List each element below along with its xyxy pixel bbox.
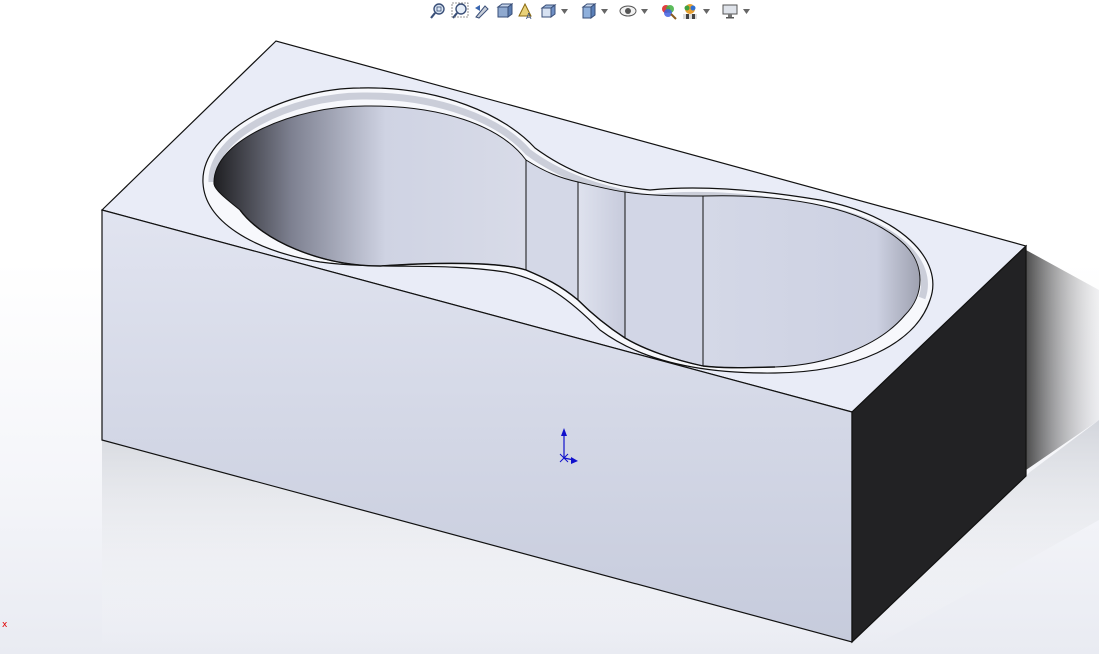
hide-show-items-dropdown[interactable] <box>640 1 648 21</box>
view-settings-dropdown[interactable] <box>742 1 750 21</box>
origin-axis-marker: x <box>2 620 8 630</box>
view-settings-icon[interactable] <box>720 1 740 21</box>
part-model[interactable] <box>0 0 1099 654</box>
dynamic-annotation-views-icon[interactable]: A <box>516 1 536 21</box>
previous-view-icon[interactable] <box>472 1 492 21</box>
display-style-icon[interactable] <box>578 1 598 21</box>
section-view-icon[interactable] <box>494 1 514 21</box>
view-orientation-icon[interactable] <box>538 1 558 21</box>
zoom-to-fit-icon[interactable] <box>428 1 448 21</box>
heads-up-view-toolbar: A <box>428 0 788 22</box>
graphics-area[interactable]: A x <box>0 0 1099 654</box>
display-style-dropdown[interactable] <box>600 1 608 21</box>
svg-text:A: A <box>526 12 532 20</box>
zoom-to-area-icon[interactable] <box>450 1 470 21</box>
apply-scene-icon[interactable] <box>680 1 700 21</box>
hide-show-items-icon[interactable] <box>618 1 638 21</box>
edit-appearance-icon[interactable] <box>658 1 678 21</box>
apply-scene-dropdown[interactable] <box>702 1 710 21</box>
pocket-neck-wall-3[interactable] <box>624 191 704 367</box>
view-orientation-dropdown[interactable] <box>560 1 568 21</box>
